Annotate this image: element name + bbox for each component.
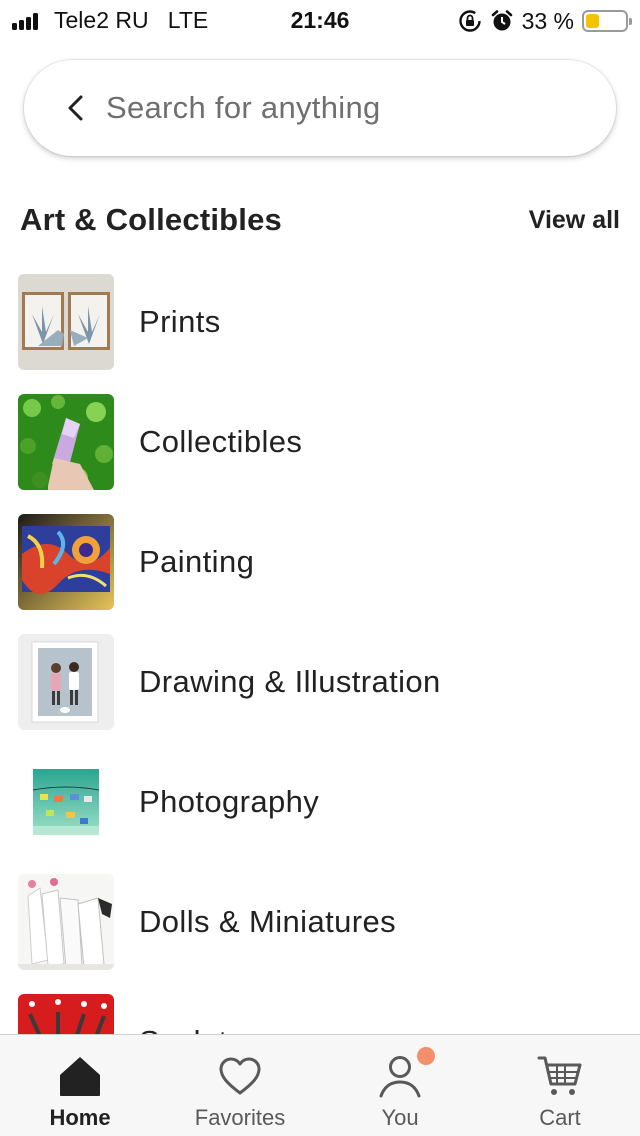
category-item-prints[interactable]: Prints <box>0 262 640 382</box>
category-label: Dolls & Miniatures <box>139 904 397 939</box>
category-label: Collectibles <box>139 424 303 459</box>
category-thumbnail-collectibles <box>18 394 114 490</box>
category-thumbnail-drawing-illustration <box>18 634 114 730</box>
category-thumbnail-prints <box>18 274 114 370</box>
notification-dot <box>417 1047 435 1065</box>
category-thumbnail-photography <box>18 754 114 850</box>
category-item-collectibles[interactable]: Collectibles <box>0 382 640 502</box>
tab-label: Favorites <box>194 1105 286 1130</box>
category-list: Prints Collectibles Painting Drawing & I… <box>0 262 640 1034</box>
category-label: Painting <box>139 544 255 579</box>
category-label: Drawing & Illustration <box>139 664 441 699</box>
category-label: Sculpture <box>139 1024 274 1034</box>
category-item-painting[interactable]: Painting <box>0 502 640 622</box>
tab-home[interactable]: Home <box>0 1035 160 1136</box>
section-header: Art & Collectibles View all <box>20 196 620 244</box>
category-item-dolls-miniatures[interactable]: Dolls & Miniatures <box>0 862 640 982</box>
category-label: Prints <box>139 304 221 339</box>
bottom-nav: Home Favorites You Cart <box>0 1034 640 1136</box>
section-title: Art & Collectibles <box>20 202 282 237</box>
battery-fill <box>586 14 599 28</box>
rotation-lock-icon <box>458 10 481 32</box>
battery-percentage: 33 % <box>521 7 574 34</box>
heart-icon <box>217 1053 263 1099</box>
tab-label: You <box>381 1105 419 1130</box>
category-item-photography[interactable]: Photography <box>0 742 640 862</box>
category-thumbnail-sculpture <box>18 994 114 1034</box>
category-thumbnail-dolls-miniatures <box>18 874 114 970</box>
cart-icon <box>537 1053 583 1099</box>
tab-you[interactable]: You <box>320 1035 480 1136</box>
alarm-icon <box>491 10 512 31</box>
category-label: Photography <box>139 784 320 819</box>
home-icon <box>57 1053 103 1099</box>
tab-cart[interactable]: Cart <box>480 1035 640 1136</box>
battery-icon <box>582 10 632 32</box>
tab-favorites[interactable]: Favorites <box>160 1035 320 1136</box>
search-bar[interactable] <box>24 60 616 156</box>
chevron-left-icon[interactable] <box>56 88 96 128</box>
tab-label: Cart <box>539 1105 581 1130</box>
view-all-link[interactable]: View all <box>529 206 620 235</box>
category-thumbnail-painting <box>18 514 114 610</box>
status-bar: Tele2 RU LTE 21:46 33 % <box>0 0 640 42</box>
category-item-sculpture[interactable]: Sculpture <box>0 982 640 1034</box>
status-right: 33 % <box>458 6 632 36</box>
search-input[interactable] <box>106 90 576 126</box>
category-item-drawing-illustration[interactable]: Drawing & Illustration <box>0 622 640 742</box>
person-icon <box>377 1047 435 1099</box>
tab-label: Home <box>49 1105 111 1130</box>
